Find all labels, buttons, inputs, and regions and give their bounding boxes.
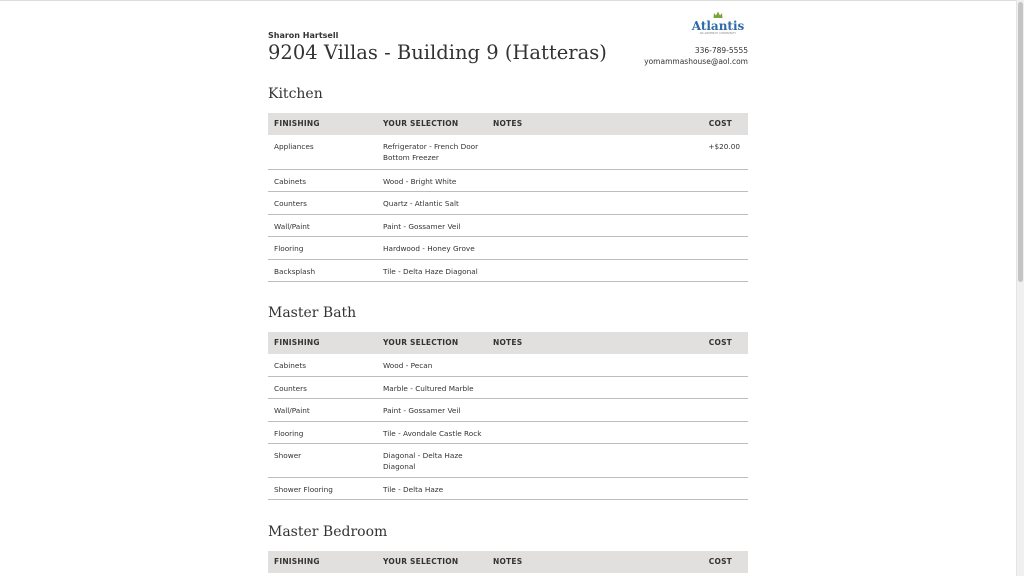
- selection-cell: Marble - Cultured Marble: [383, 384, 474, 393]
- table-row: Appliances Refrigerator - French Door Bo…: [268, 135, 748, 170]
- section-title: Kitchen: [268, 86, 323, 102]
- client-name: Sharon Hartsell: [268, 31, 339, 40]
- finishing-cell: Appliances: [274, 142, 314, 151]
- selection-cell: Tile - Delta Haze Diagonal: [383, 267, 478, 276]
- contact-phone: 336-789-5555: [694, 46, 748, 55]
- header-finishing: FINISHING: [274, 119, 320, 128]
- table-row: Counters Marble - Cultured Marble: [268, 377, 748, 399]
- header-cost: COST: [708, 557, 732, 566]
- selection-cell: Wood - Pecan: [383, 361, 433, 370]
- selection-cell: Paint - Gossamer Veil: [383, 222, 461, 231]
- section-kitchen: Kitchen FINISHING YOUR SELECTION NOTES C…: [268, 85, 748, 282]
- header-finishing: FINISHING: [274, 557, 320, 566]
- header-notes: NOTES: [493, 557, 523, 566]
- table-row: Flooring Hardwood - Honey Grove: [268, 237, 748, 260]
- header-cost: COST: [708, 119, 732, 128]
- crown-icon: [713, 11, 723, 18]
- table-header: FINISHING YOUR SELECTION NOTES COST: [268, 113, 748, 135]
- contact-email: yomammashouse@aol.com: [644, 57, 748, 66]
- finishing-cell: Cabinets: [274, 177, 307, 186]
- table-row: Backsplash Tile - Delta Haze Diagonal: [268, 260, 748, 282]
- finishing-cell: Flooring: [274, 429, 304, 438]
- table-row: Wall/Paint Paint - Gossamer Veil: [268, 215, 748, 237]
- selection-cell: Refrigerator - French Door Bottom Freeze…: [383, 142, 479, 162]
- header-cost: COST: [708, 338, 732, 347]
- header-selection: YOUR SELECTION: [383, 557, 459, 566]
- header-notes: NOTES: [493, 119, 523, 128]
- finishing-cell: Backsplash: [274, 267, 316, 276]
- section-master-bedroom: Master Bedroom FINISHING YOUR SELECTION …: [268, 523, 748, 573]
- table-row: Flooring Tile - Avondale Castle Rock: [268, 422, 748, 444]
- header-selection: YOUR SELECTION: [383, 119, 459, 128]
- brand-logo: Atlantis AN ARDENCE COMMUNITY: [688, 11, 748, 41]
- finishing-cell: Wall/Paint: [274, 222, 310, 231]
- table-row: Counters Quartz - Atlantic Salt: [268, 192, 748, 215]
- table-row: Shower Flooring Tile - Delta Haze: [268, 478, 748, 500]
- header-notes: NOTES: [493, 338, 523, 347]
- finishing-cell: Wall/Paint: [274, 406, 310, 415]
- section-title: Master Bedroom: [268, 524, 388, 540]
- finishing-cell: Counters: [274, 384, 307, 393]
- finishing-cell: Shower Flooring: [274, 485, 333, 494]
- selection-cell: Tile - Delta Haze: [383, 485, 444, 494]
- table-row: Wall/Paint Paint - Gossamer Veil: [268, 399, 748, 422]
- selection-cell: Quartz - Atlantic Salt: [383, 199, 459, 208]
- table-row: Cabinets Wood - Bright White: [268, 170, 748, 192]
- table-header: FINISHING YOUR SELECTION NOTES COST: [268, 332, 748, 354]
- vertical-scrollbar[interactable]: [1016, 0, 1024, 576]
- selection-cell: Hardwood - Honey Grove: [383, 244, 475, 253]
- cost-cell: +$20.00: [708, 142, 740, 151]
- selections-page: Sharon Hartsell 9204 Villas - Building 9…: [0, 0, 1016, 576]
- finishing-cell: Shower: [274, 451, 302, 460]
- header-finishing: FINISHING: [274, 338, 320, 347]
- selection-cell: Diagonal - Delta Haze Diagonal: [383, 451, 463, 471]
- table-header: FINISHING YOUR SELECTION NOTES COST: [268, 551, 748, 573]
- selection-cell: Paint - Gossamer Veil: [383, 406, 461, 415]
- finishing-cell: Cabinets: [274, 361, 307, 370]
- scrollbar-thumb[interactable]: [1018, 2, 1023, 282]
- table-row: Shower Diagonal - Delta Haze Diagonal: [268, 444, 748, 478]
- brand-name: Atlantis: [691, 19, 745, 33]
- header-selection: YOUR SELECTION: [383, 338, 459, 347]
- selection-cell: Tile - Avondale Castle Rock: [383, 429, 482, 438]
- selection-cell: Wood - Bright White: [383, 177, 457, 186]
- finishing-cell: Counters: [274, 199, 307, 208]
- project-title: 9204 Villas - Building 9 (Hatteras): [268, 41, 607, 64]
- section-master-bath: Master Bath FINISHING YOUR SELECTION NOT…: [268, 304, 748, 500]
- table-row: Cabinets Wood - Pecan: [268, 354, 748, 377]
- section-title: Master Bath: [268, 305, 357, 321]
- finishing-cell: Flooring: [274, 244, 304, 253]
